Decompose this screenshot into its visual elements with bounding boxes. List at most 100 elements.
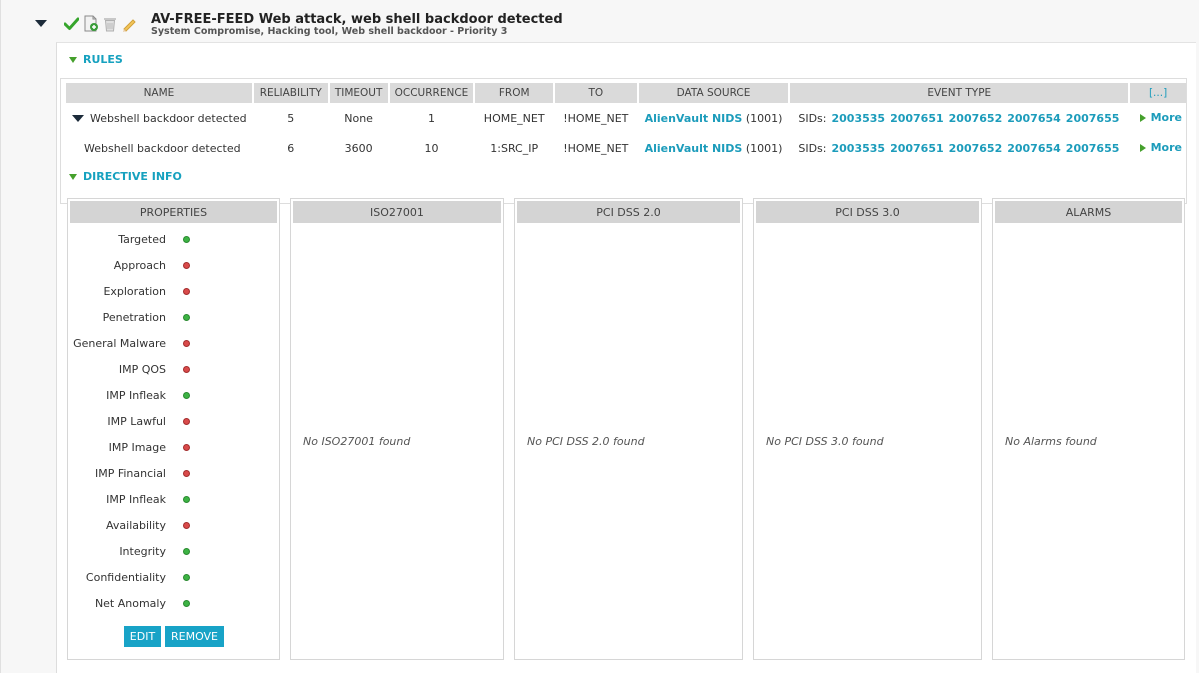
- property-label: IMP Infleak: [106, 492, 166, 506]
- status-no-icon: [183, 365, 190, 373]
- status-ok-icon: [183, 495, 190, 503]
- status-no-icon: [183, 417, 190, 425]
- more-label: More: [1150, 111, 1182, 125]
- sid-link[interactable]: 2007654: [1007, 142, 1061, 155]
- rule-name: Webshell backdoor detected: [90, 111, 247, 125]
- property-row: IMP Financial: [68, 460, 268, 486]
- remove-button[interactable]: REMOVE: [165, 626, 224, 647]
- property-row: Exploration: [68, 278, 268, 304]
- rule-event-type: SIDs: 2003535 2007651 2007652 2007654 2007655: [790, 103, 1128, 133]
- trash-icon[interactable]: [101, 15, 118, 32]
- property-row: IMP Lawful: [68, 408, 268, 434]
- pencil-icon[interactable]: [120, 15, 137, 32]
- more-arrow-icon: [1139, 143, 1146, 152]
- property-row: IMP Infleak: [68, 486, 268, 512]
- directive-toolbar: [63, 15, 137, 32]
- sid-link[interactable]: 2007654: [1007, 112, 1061, 125]
- sids-label: SIDs:: [798, 141, 827, 155]
- rule-occurrence: 10: [424, 141, 439, 155]
- rule-occurrence: 1: [427, 111, 435, 125]
- property-row: General Malware: [68, 330, 268, 356]
- sid-link[interactable]: 2007651: [890, 112, 944, 125]
- col-from[interactable]: FROM: [475, 83, 553, 103]
- property-label: IMP QOS: [118, 362, 166, 376]
- property-label: General Malware: [73, 336, 166, 350]
- col-more-columns[interactable]: [...]: [1130, 83, 1186, 103]
- pci-dss-2-header: PCI DSS 2.0: [517, 201, 740, 223]
- expand-rule-arrow-icon[interactable]: [72, 115, 84, 122]
- iso27001-header: ISO27001: [293, 201, 501, 223]
- data-source-link[interactable]: AlienVault NIDS: [645, 112, 743, 125]
- col-event-type[interactable]: EVENT TYPE: [790, 83, 1129, 103]
- property-row: IMP Infleak: [68, 382, 268, 408]
- rules-section-toggle[interactable]: RULES: [69, 53, 123, 66]
- status-no-icon: [183, 339, 190, 347]
- rule-name-cell: Webshell backdoor detected: [66, 103, 252, 133]
- sid-link[interactable]: 2007651: [890, 142, 944, 155]
- property-label: Availability: [106, 518, 166, 532]
- property-label: IMP Financial: [94, 466, 166, 480]
- property-row: Targeted: [68, 226, 268, 252]
- rule-name-cell: Webshell backdoor detected: [66, 133, 252, 163]
- pci-dss-3-card: PCI DSS 3.0 No PCI DSS 3.0 found: [753, 198, 982, 660]
- status-ok-icon: [183, 547, 190, 555]
- property-label: Confidentiality: [85, 570, 166, 584]
- sid-link[interactable]: 2007655: [1066, 112, 1120, 125]
- property-label: Exploration: [103, 284, 166, 298]
- status-no-icon: [183, 443, 190, 451]
- col-reliability[interactable]: RELIABILITY: [253, 83, 328, 103]
- col-occurrence[interactable]: OCCURRENCE: [389, 83, 474, 103]
- rule-from: 1:SRC_IP: [490, 141, 539, 155]
- col-name[interactable]: NAME: [66, 83, 252, 103]
- export-document-icon[interactable]: [82, 15, 99, 32]
- property-row: Integrity: [68, 538, 268, 564]
- property-label: Penetration: [102, 310, 166, 324]
- col-data-source[interactable]: DATA SOURCE: [638, 83, 789, 103]
- property-label: Net Anomaly: [94, 596, 166, 610]
- rule-to: !HOME_NET: [563, 141, 629, 155]
- data-source-link[interactable]: AlienVault NIDS: [645, 142, 743, 155]
- more-link[interactable]: More: [1139, 111, 1182, 125]
- rule-data-source: AlienVault NIDS (1001): [639, 103, 789, 133]
- properties-header: PROPERTIES: [70, 201, 277, 223]
- sid-link[interactable]: 2007655: [1066, 142, 1120, 155]
- expand-arrow-icon: [69, 173, 77, 180]
- left-edge-line: [0, 0, 1, 673]
- rule-more-cell: More: [1130, 103, 1186, 133]
- collapse-directive-arrow-icon[interactable]: [35, 20, 47, 27]
- edit-button[interactable]: EDIT: [124, 626, 161, 647]
- property-label: IMP Image: [108, 440, 166, 454]
- sid-link[interactable]: 2003535: [831, 112, 885, 125]
- pci-dss-2-empty-message: No PCI DSS 2.0 found: [527, 435, 645, 448]
- property-row: Availability: [68, 512, 268, 538]
- col-timeout[interactable]: TIMEOUT: [329, 83, 388, 103]
- iso27001-empty-message: No ISO27001 found: [303, 435, 411, 448]
- status-ok-icon: [183, 391, 190, 399]
- sid-link[interactable]: 2007652: [949, 142, 1003, 155]
- property-label: IMP Infleak: [106, 388, 166, 402]
- sid-link[interactable]: 2007652: [949, 112, 1003, 125]
- table-row[interactable]: Webshell backdoor detected 6 3600 10 1:S…: [66, 133, 1186, 163]
- property-label: IMP Lawful: [107, 414, 166, 428]
- more-link[interactable]: More: [1139, 141, 1182, 154]
- status-no-icon: [183, 287, 190, 295]
- data-source-id: (1001): [745, 111, 783, 125]
- rule-event-type: SIDs: 2003535 2007651 2007652 2007654 2007655: [790, 133, 1128, 163]
- property-row: Net Anomaly: [68, 590, 268, 616]
- rule-reliability: 6: [287, 141, 295, 155]
- sid-link[interactable]: 2003535: [831, 142, 885, 155]
- table-row[interactable]: Webshell backdoor detected 5 None 1 HOME…: [66, 103, 1186, 133]
- check-icon[interactable]: [63, 15, 80, 32]
- col-to[interactable]: TO: [555, 83, 637, 103]
- status-no-icon: [183, 469, 190, 477]
- status-ok-icon: [183, 235, 190, 243]
- property-label: Approach: [113, 258, 166, 272]
- rule-timeout: 3600: [344, 141, 373, 155]
- more-arrow-icon: [1139, 113, 1146, 122]
- status-ok-icon: [183, 573, 190, 581]
- rule-more-cell: More: [1130, 133, 1186, 163]
- rule-name: Webshell backdoor detected: [84, 141, 241, 155]
- pci-dss-2-card: PCI DSS 2.0 No PCI DSS 2.0 found: [514, 198, 743, 660]
- data-source-id: (1001): [745, 141, 783, 155]
- directive-info-section-toggle[interactable]: DIRECTIVE INFO: [69, 170, 182, 183]
